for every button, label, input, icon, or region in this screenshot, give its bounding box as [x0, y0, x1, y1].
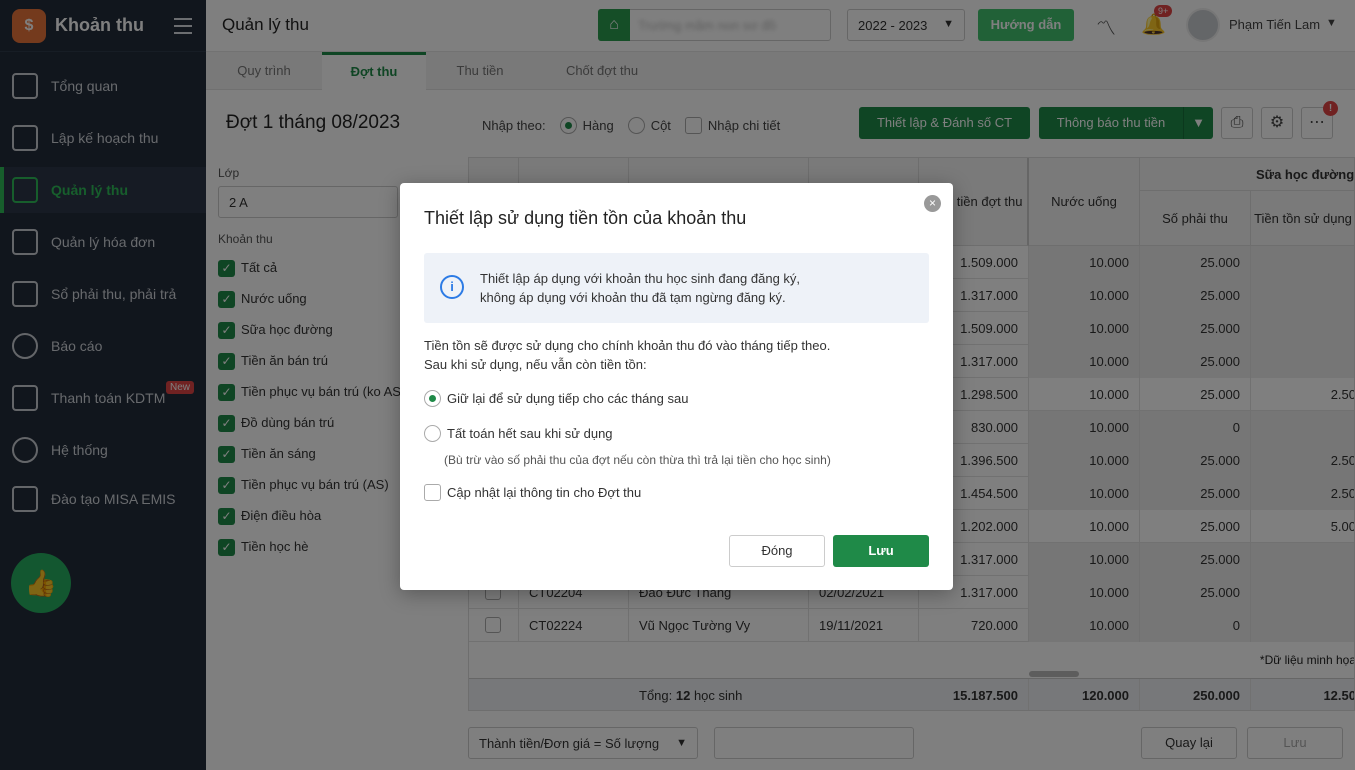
dialog-save-button[interactable]: Lưu — [833, 535, 929, 567]
dialog-close-button[interactable]: Đóng — [729, 535, 825, 567]
info-line: không áp dụng với khoản thu đã tạm ngừng… — [480, 290, 786, 305]
keep-label: Giữ lại để sử dụng tiếp cho các tháng sa… — [447, 391, 689, 406]
dialog-description: Tiền tồn sẽ được sử dụng cho chính khoản… — [424, 336, 830, 374]
settle-label: Tất toán hết sau khi sử dụng — [447, 426, 613, 441]
keep-radio[interactable] — [424, 390, 441, 407]
settle-note: (Bù trừ vào số phải thu của đợt nếu còn … — [444, 453, 831, 467]
update-batch-label: Cập nhật lại thông tin cho Đợt thu — [447, 485, 642, 500]
info-text: Thiết lập áp dụng với khoản thu học sinh… — [480, 269, 800, 307]
balance-setup-dialog: Thiết lập sử dụng tiền tồn của khoản thu… — [400, 183, 953, 590]
settle-radio[interactable] — [424, 425, 441, 442]
desc-line: Sau khi sử dụng, nếu vẫn còn tiền tồn: — [424, 357, 647, 372]
dialog-title: Thiết lập sử dụng tiền tồn của khoản thu — [424, 208, 747, 228]
info-line: Thiết lập áp dụng với khoản thu học sinh… — [480, 271, 801, 286]
info-icon: i — [440, 275, 464, 299]
desc-line: Tiền tồn sẽ được sử dụng cho chính khoản… — [424, 338, 831, 353]
option-keep[interactable]: Giữ lại để sử dụng tiếp cho các tháng sa… — [424, 390, 688, 407]
info-box: i Thiết lập áp dụng với khoản thu học si… — [424, 253, 929, 323]
option-settle[interactable]: Tất toán hết sau khi sử dụng — [424, 425, 613, 442]
update-batch-checkbox[interactable] — [424, 484, 441, 501]
app-root: $ Khoản thu Tổng quan Lập kế hoạch thu Q… — [0, 0, 1355, 770]
close-icon[interactable]: × — [924, 195, 941, 212]
option-update-batch[interactable]: Cập nhật lại thông tin cho Đợt thu — [424, 484, 641, 501]
